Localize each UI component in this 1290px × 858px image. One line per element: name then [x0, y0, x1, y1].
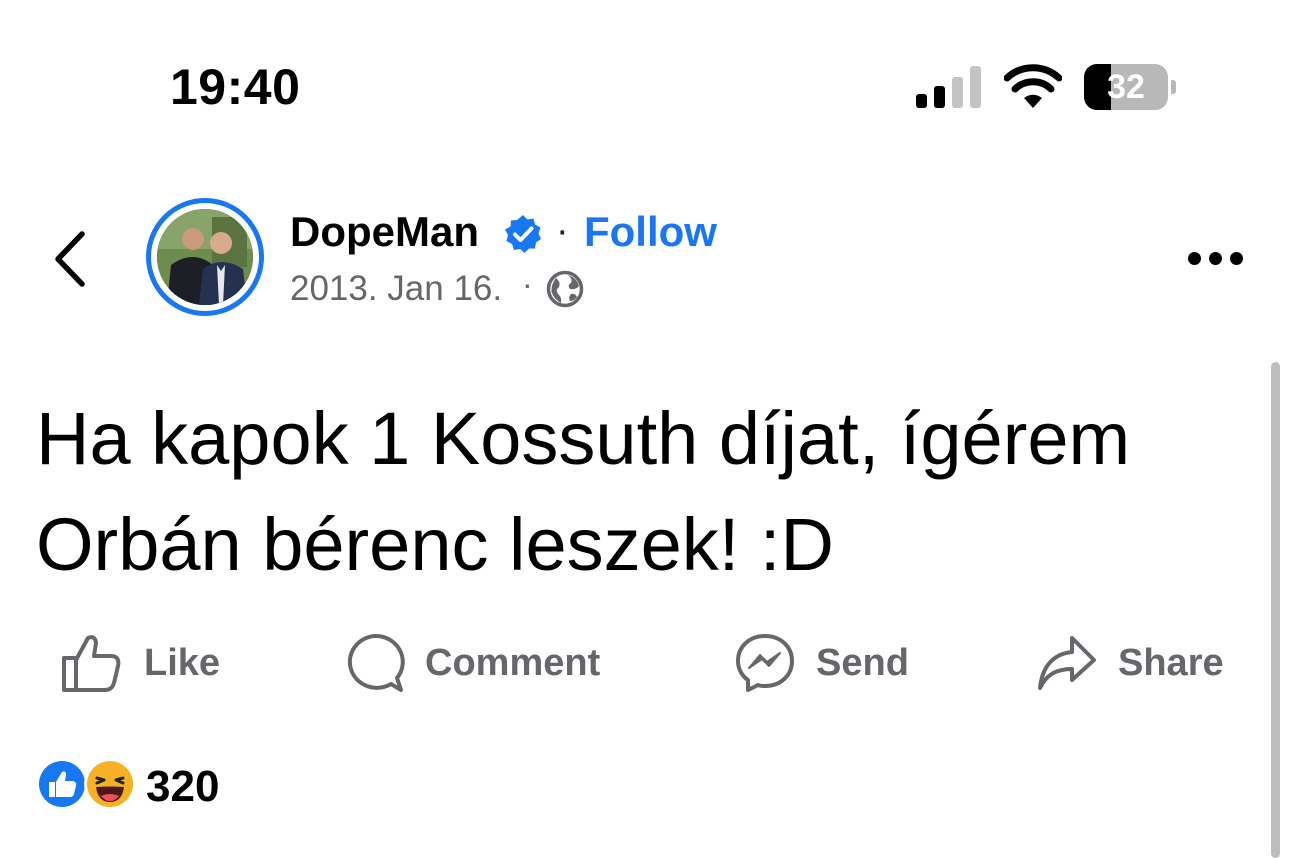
share-label: Share: [1118, 641, 1224, 684]
more-horizontal-icon: [1188, 252, 1201, 265]
avatar-photo: [157, 209, 253, 305]
share-button[interactable]: Share: [1036, 630, 1224, 696]
comment-button[interactable]: Comment: [343, 630, 600, 696]
chevron-left-icon[interactable]: [48, 226, 94, 292]
comment-icon: [347, 633, 405, 692]
reaction-count[interactable]: 320: [146, 762, 219, 812]
like-button[interactable]: Like: [60, 630, 220, 696]
like-reaction-icon[interactable]: [36, 758, 88, 810]
status-time: 19:40: [170, 59, 301, 115]
scrollbar[interactable]: [1271, 362, 1280, 858]
avatar[interactable]: [146, 198, 264, 316]
like-label: Like: [144, 641, 221, 684]
follow-separator: ·: [556, 210, 569, 252]
send-button[interactable]: Send: [734, 630, 909, 696]
follow-button[interactable]: Follow: [584, 208, 717, 256]
comment-label: Comment: [425, 641, 601, 684]
post-text: Ha kapok 1 Kossuth díjat, ígérem Orbán b…: [36, 397, 1131, 586]
post-timestamp[interactable]: 2013. Jan 16.: [290, 269, 502, 309]
thumbs-up-icon: [62, 635, 121, 692]
verified-badge-icon: [505, 215, 541, 253]
timestamp-separator: ·: [522, 266, 533, 302]
globe-icon[interactable]: [546, 270, 584, 308]
haha-reaction-icon[interactable]: [84, 758, 136, 810]
more-options-button[interactable]: [1188, 250, 1248, 268]
battery-icon: 32: [1084, 64, 1178, 110]
wifi-icon: [1004, 64, 1062, 108]
messenger-icon: [736, 634, 794, 692]
send-label: Send: [816, 641, 909, 684]
battery-percent: 32: [1107, 68, 1145, 106]
author-name[interactable]: DopeMan: [290, 208, 479, 256]
share-arrow-icon: [1038, 636, 1096, 690]
cellular-signal-icon: [916, 66, 982, 108]
